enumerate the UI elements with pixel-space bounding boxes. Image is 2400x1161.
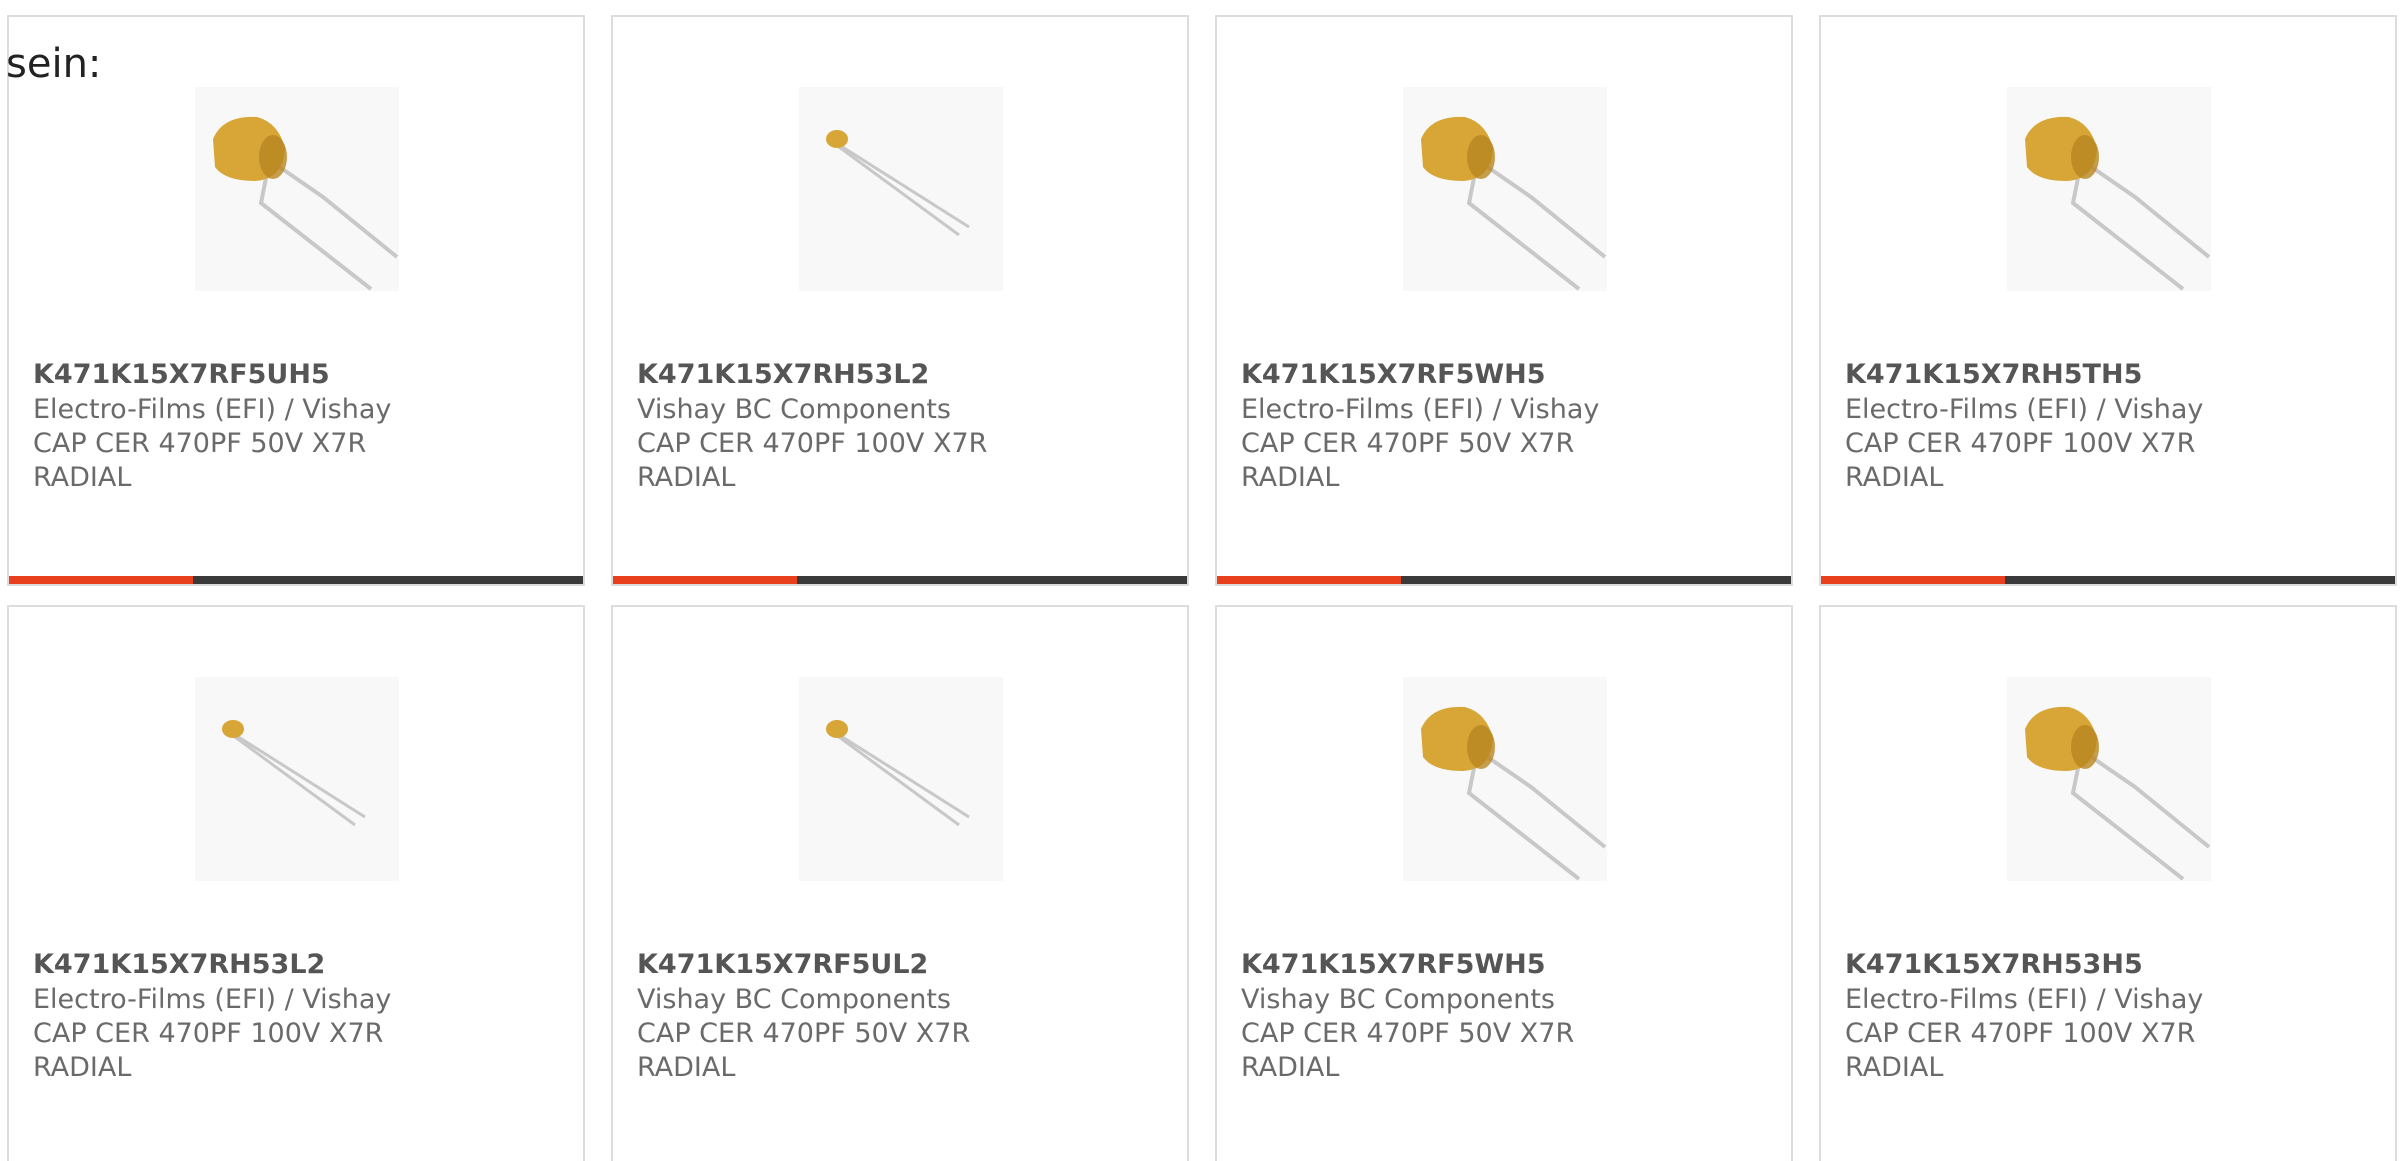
product-image[interactable]: [2007, 677, 2211, 881]
description-label: CAP CER 470PF 100V X7R RADIAL: [1845, 1018, 2196, 1083]
manufacturer-label: Vishay BC Components: [637, 394, 951, 425]
product-image[interactable]: [1403, 677, 1607, 881]
product-info: K471K15X7RF5WH5 Electro-Films (EFI) / Vi…: [1241, 357, 1661, 495]
card-progress-fill: [1217, 576, 1401, 584]
product-image[interactable]: [195, 677, 399, 881]
product-card[interactable]: K471K15X7RH5TH5 Electro-Films (EFI) / Vi…: [1819, 15, 2397, 586]
product-image[interactable]: [195, 87, 399, 291]
capacitor-large-image: [1421, 706, 1607, 881]
card-progress-fill: [9, 576, 193, 584]
product-card[interactable]: K471K15X7RH53L2 Vishay BC Components CAP…: [611, 15, 1189, 586]
product-info: K471K15X7RH5TH5 Electro-Films (EFI) / Vi…: [1845, 357, 2265, 495]
capacitor-large-image: [1421, 116, 1607, 291]
part-number-link[interactable]: K471K15X7RF5UH5: [33, 357, 453, 393]
part-number-link[interactable]: K471K15X7RH53L2: [637, 357, 1057, 393]
capacitor-small-image: [826, 720, 970, 827]
product-image[interactable]: [2007, 87, 2211, 291]
part-number-link[interactable]: K471K15X7RF5UL2: [637, 947, 1057, 983]
capacitor-large-image: [2025, 116, 2211, 291]
card-progress-fill: [613, 576, 797, 584]
part-number-link[interactable]: K471K15X7RH53L2: [33, 947, 453, 983]
product-card[interactable]: K471K15X7RF5UL2 Vishay BC Components CAP…: [611, 605, 1189, 1161]
page: sein: K471K15X7RF5UH5 Electro-Films (EFI…: [0, 0, 2400, 1161]
part-number-link[interactable]: K471K15X7RH53H5: [1845, 947, 2265, 983]
product-info: K471K15X7RF5WH5 Vishay BC Components CAP…: [1241, 947, 1661, 1085]
card-progress-fill: [1821, 576, 2005, 584]
card-progress-bar: [1821, 576, 2395, 584]
description-label: CAP CER 470PF 100V X7R RADIAL: [33, 1018, 384, 1083]
product-info: K471K15X7RF5UL2 Vishay BC Components CAP…: [637, 947, 1057, 1085]
product-info: K471K15X7RH53L2 Vishay BC Components CAP…: [637, 357, 1057, 495]
card-progress-bar: [1217, 576, 1791, 584]
product-card[interactable]: K471K15X7RH53H5 Electro-Films (EFI) / Vi…: [1819, 605, 2397, 1161]
product-card[interactable]: K471K15X7RF5UH5 Electro-Films (EFI) / Vi…: [7, 15, 585, 586]
product-card[interactable]: K471K15X7RF5WH5 Electro-Films (EFI) / Vi…: [1215, 15, 1793, 586]
description-label: CAP CER 470PF 50V X7R RADIAL: [1241, 428, 1575, 493]
part-number-link[interactable]: K471K15X7RF5WH5: [1241, 357, 1661, 393]
product-image[interactable]: [799, 677, 1003, 881]
product-info: K471K15X7RH53H5 Electro-Films (EFI) / Vi…: [1845, 947, 2265, 1085]
product-image[interactable]: [799, 87, 1003, 291]
card-progress-bar: [9, 576, 583, 584]
product-info: K471K15X7RF5UH5 Electro-Films (EFI) / Vi…: [33, 357, 453, 495]
manufacturer-label: Vishay BC Components: [637, 984, 951, 1015]
description-label: CAP CER 470PF 50V X7R RADIAL: [33, 428, 367, 493]
manufacturer-label: Electro-Films (EFI) / Vishay: [1845, 984, 2204, 1015]
capacitor-large-image: [213, 116, 399, 291]
description-label: CAP CER 470PF 100V X7R RADIAL: [1845, 428, 2196, 493]
manufacturer-label: Electro-Films (EFI) / Vishay: [33, 984, 392, 1015]
capacitor-large-image: [2025, 706, 2211, 881]
capacitor-small-image: [826, 130, 970, 237]
card-progress-bar: [613, 576, 1187, 584]
capacitor-small-image: [222, 720, 366, 827]
product-info: K471K15X7RH53L2 Electro-Films (EFI) / Vi…: [33, 947, 453, 1085]
product-card[interactable]: K471K15X7RH53L2 Electro-Films (EFI) / Vi…: [7, 605, 585, 1161]
description-label: CAP CER 470PF 100V X7R RADIAL: [637, 428, 988, 493]
manufacturer-label: Electro-Films (EFI) / Vishay: [1241, 394, 1600, 425]
product-card[interactable]: K471K15X7RF5WH5 Vishay BC Components CAP…: [1215, 605, 1793, 1161]
manufacturer-label: Electro-Films (EFI) / Vishay: [1845, 394, 2204, 425]
part-number-link[interactable]: K471K15X7RF5WH5: [1241, 947, 1661, 983]
intro-text: sein:: [6, 41, 102, 87]
manufacturer-label: Vishay BC Components: [1241, 984, 1555, 1015]
product-image[interactable]: [1403, 87, 1607, 291]
part-number-link[interactable]: K471K15X7RH5TH5: [1845, 357, 2265, 393]
description-label: CAP CER 470PF 50V X7R RADIAL: [637, 1018, 971, 1083]
description-label: CAP CER 470PF 50V X7R RADIAL: [1241, 1018, 1575, 1083]
manufacturer-label: Electro-Films (EFI) / Vishay: [33, 394, 392, 425]
